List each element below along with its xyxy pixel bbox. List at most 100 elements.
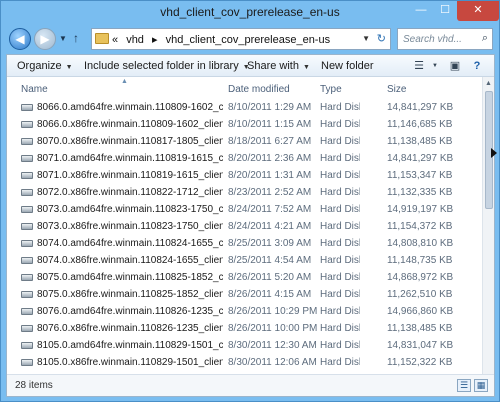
file-row[interactable]: 8105.0.x86fre.winmain.110829-1501_clien.…: [7, 354, 482, 371]
minimize-button[interactable]: —: [409, 1, 433, 21]
file-row[interactable]: 8070.0.x86fre.winmain.110817-1805_client…: [7, 133, 482, 150]
file-type: Hard Disk I...: [320, 136, 360, 147]
file-size: 14,919,197 KB: [387, 204, 454, 215]
file-size: 11,146,685 KB: [387, 119, 453, 130]
help-icon[interactable]: ?: [469, 58, 485, 74]
file-name: 8075.0.x86fre.winmain.110825-1852_clien.…: [37, 289, 223, 300]
file-name: 8076.0.x86fre.winmain.110826-1235_clien.…: [37, 323, 223, 334]
close-button[interactable]: ✕: [457, 1, 499, 21]
view-options-chevron-icon[interactable]: ▼: [427, 58, 443, 74]
file-row[interactable]: 8071.0.x86fre.winmain.110819-1615_clien.…: [7, 167, 482, 184]
vhd-file-icon: [21, 308, 33, 315]
file-size: 11,262,510 KB: [387, 289, 453, 300]
file-size: 14,841,297 KB: [387, 102, 454, 113]
column-header-type[interactable]: Type: [320, 84, 342, 95]
file-row[interactable]: 8076.0.amd64fre.winmain.110826-1235_cl..…: [7, 303, 482, 320]
forward-button[interactable]: ▶: [34, 28, 56, 50]
file-row[interactable]: 8075.0.amd64fre.winmain.110825-1852_cl..…: [7, 269, 482, 286]
file-size: 11,148,735 KB: [387, 255, 453, 266]
file-pane: Organize ▼ Include selected folder in lib…: [6, 54, 495, 397]
mouse-cursor: [491, 148, 497, 158]
column-header-date-modified[interactable]: Date modified: [228, 84, 290, 95]
large-icons-view-button[interactable]: ▦: [474, 379, 488, 392]
file-date-modified: 8/26/2011 10:00 PM: [228, 323, 318, 334]
address-dropdown-button[interactable]: ▼: [362, 34, 370, 43]
file-date-modified: 8/10/2011 1:15 AM: [228, 119, 312, 130]
new-folder-button[interactable]: New folder: [321, 60, 374, 72]
up-button[interactable]: ↑: [73, 31, 79, 45]
file-row[interactable]: 8074.0.x86fre.winmain.110824-1655_clien.…: [7, 252, 482, 269]
file-date-modified: 8/25/2011 4:54 AM: [228, 255, 312, 266]
change-view-icon[interactable]: ☰: [411, 58, 427, 74]
vhd-file-icon: [21, 274, 33, 281]
column-headers: ▲ Name Date modified Type Size: [7, 78, 482, 99]
item-count: 28 items: [15, 380, 53, 391]
file-name: 8105.0.x86fre.winmain.110829-1501_clien.…: [37, 357, 223, 368]
file-name: 8105.0.amd64fre.winmain.110829-1501_cl..…: [37, 340, 223, 351]
search-placeholder: Search vhd...: [403, 34, 462, 45]
share-with-label: Share with: [247, 60, 299, 72]
file-size: 11,154,372 KB: [387, 221, 453, 232]
file-date-modified: 8/26/2011 5:20 AM: [228, 272, 312, 283]
file-name: 8075.0.amd64fre.winmain.110825-1852_cl..…: [37, 272, 223, 283]
title-bar[interactable]: vhd_client_cov_prerelease_en-us — ☐ ✕: [1, 1, 499, 25]
vhd-file-icon: [21, 342, 33, 349]
column-header-size[interactable]: Size: [387, 84, 406, 95]
include-in-library-label: Include selected folder in library: [84, 60, 239, 72]
file-type: Hard Disk I...: [320, 102, 360, 113]
file-row[interactable]: 8073.0.amd64fre.winmain.110823-1750_cl..…: [7, 201, 482, 218]
file-date-modified: 8/24/2011 4:21 AM: [228, 221, 312, 232]
search-input[interactable]: Search vhd... ⌕: [397, 28, 493, 50]
organize-button[interactable]: Organize ▼: [17, 60, 73, 72]
refresh-icon[interactable]: ↻: [377, 32, 386, 45]
recent-locations-dropdown[interactable]: ▼: [59, 34, 67, 43]
vhd-file-icon: [21, 172, 33, 179]
vhd-file-icon: [21, 223, 33, 230]
breadcrumb-separator[interactable]: ▸: [152, 34, 158, 46]
maximize-button[interactable]: ☐: [433, 1, 457, 21]
file-row[interactable]: 8075.0.x86fre.winmain.110825-1852_clien.…: [7, 286, 482, 303]
file-row[interactable]: 8071.0.amd64fre.winmain.110819-1615_cl..…: [7, 150, 482, 167]
vhd-file-icon: [21, 325, 33, 332]
vhd-file-icon: [21, 257, 33, 264]
vhd-file-icon: [21, 138, 33, 145]
file-type: Hard Disk I...: [320, 289, 360, 300]
file-row[interactable]: 8066.0.x86fre.winmain.110809-1602_clien.…: [7, 116, 482, 133]
file-name: 8073.0.x86fre.winmain.110823-1750_clien.…: [37, 221, 223, 232]
file-row[interactable]: 8072.0.x86fre.winmain.110822-1712_client…: [7, 184, 482, 201]
vhd-file-icon: [21, 189, 33, 196]
file-row[interactable]: 8076.0.x86fre.winmain.110826-1235_clien.…: [7, 320, 482, 337]
breadcrumb-current-folder[interactable]: vhd_client_cov_prerelease_en-us: [166, 34, 331, 46]
file-date-modified: 8/30/2011 12:06 AM: [228, 357, 317, 368]
file-row[interactable]: 8073.0.x86fre.winmain.110823-1750_clien.…: [7, 218, 482, 235]
breadcrumb-vhd[interactable]: vhd: [126, 34, 144, 46]
navigation-bar: ◀ ▶ ▼ ↑ « vhd ▸ vhd_client_cov_prereleas…: [1, 25, 499, 53]
breadcrumb-overflow[interactable]: «: [112, 34, 118, 46]
vertical-scrollbar[interactable]: ▲: [482, 77, 494, 374]
file-size: 11,153,347 KB: [387, 170, 453, 181]
details-view-button[interactable]: ☰: [457, 379, 471, 392]
file-date-modified: 8/10/2011 1:29 AM: [228, 102, 312, 113]
file-row[interactable]: 8066.0.amd64fre.winmain.110809-1602_cl..…: [7, 99, 482, 116]
scroll-up-icon[interactable]: ▲: [485, 80, 492, 87]
file-date-modified: 8/26/2011 4:15 AM: [228, 289, 312, 300]
file-name: 8074.0.amd64fre.winmain.110824-1655_cl..…: [37, 238, 223, 249]
file-size: 14,966,860 KB: [387, 306, 454, 317]
search-icon[interactable]: ⌕: [482, 32, 488, 45]
breadcrumb: « vhd ▸ vhd_client_cov_prerelease_en-us: [112, 33, 335, 46]
file-row[interactable]: 8105.0.amd64fre.winmain.110829-1501_cl..…: [7, 337, 482, 354]
preview-pane-icon[interactable]: ▣: [447, 58, 463, 74]
include-in-library-button[interactable]: Include selected folder in library ▼: [84, 60, 250, 72]
file-row[interactable]: 8074.0.amd64fre.winmain.110824-1655_cl..…: [7, 235, 482, 252]
file-size: 11,138,485 KB: [387, 136, 453, 147]
file-type: Hard Disk I...: [320, 221, 360, 232]
share-with-button[interactable]: Share with ▼: [247, 60, 310, 72]
file-type: Hard Disk I...: [320, 340, 360, 351]
file-name: 8070.0.x86fre.winmain.110817-1805_client…: [37, 136, 223, 147]
column-header-name[interactable]: Name: [21, 84, 48, 95]
address-bar[interactable]: « vhd ▸ vhd_client_cov_prerelease_en-us …: [91, 28, 391, 50]
file-date-modified: 8/26/2011 10:29 PM: [228, 306, 318, 317]
back-button[interactable]: ◀: [9, 28, 31, 50]
file-size: 11,132,335 KB: [387, 187, 453, 198]
file-name: 8072.0.x86fre.winmain.110822-1712_client…: [37, 187, 223, 198]
